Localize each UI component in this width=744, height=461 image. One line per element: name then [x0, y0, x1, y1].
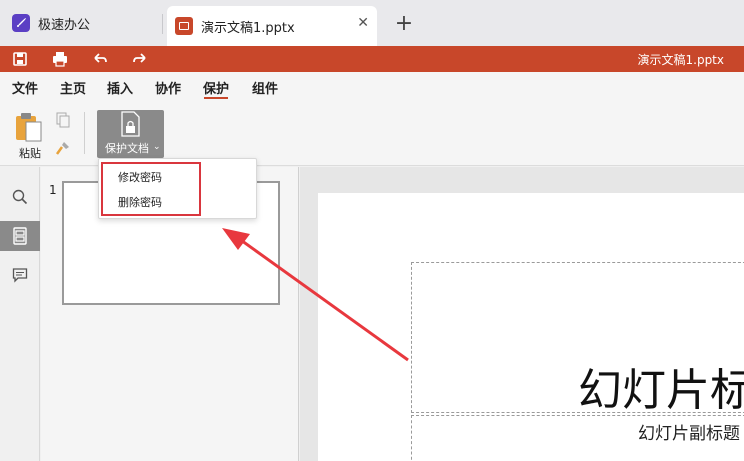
paste-label: 粘贴 — [19, 147, 41, 160]
ribbon: 粘贴 保护文档 ⌄ — [0, 102, 744, 166]
tab-label: 演示文稿1.pptx — [201, 20, 295, 36]
highlight-box — [101, 162, 201, 216]
active-menu-indicator — [204, 97, 228, 99]
tab-document[interactable]: 演示文稿1.pptx ✕ — [167, 6, 377, 46]
menu-plugins[interactable]: 组件 — [252, 78, 278, 97]
left-rail — [0, 167, 40, 461]
menu-protect[interactable]: 保护 — [203, 78, 229, 97]
locked-document-icon — [121, 111, 140, 137]
redo-icon[interactable] — [131, 50, 149, 68]
search-button[interactable] — [0, 182, 40, 212]
close-icon[interactable]: ✕ — [357, 15, 369, 31]
tab-divider — [162, 14, 163, 34]
menu-file[interactable]: 文件 — [12, 78, 38, 97]
menu-insert[interactable]: 插入 — [107, 78, 133, 97]
slides-icon — [13, 227, 27, 245]
slides-panel-button[interactable] — [0, 221, 40, 251]
new-tab-plus-icon[interactable]: + — [393, 10, 415, 38]
comment-icon — [12, 268, 28, 283]
tab-label: 极速办公 — [38, 17, 91, 33]
chevron-down-icon: ⌄ — [153, 142, 161, 152]
rocket-app-icon — [12, 14, 30, 32]
protect-document-label: 保护文档 — [105, 142, 149, 155]
format-painter-icon[interactable] — [55, 140, 71, 156]
comments-button[interactable] — [0, 260, 40, 290]
presentation-doc-icon — [175, 17, 193, 35]
menu-collaborate[interactable]: 协作 — [155, 78, 181, 97]
search-icon — [12, 189, 28, 205]
clipboard-icon — [16, 113, 42, 142]
menu-home[interactable]: 主页 — [60, 78, 86, 97]
copy-icon[interactable] — [56, 112, 70, 128]
tab-app-home[interactable]: 极速办公 — [6, 6, 161, 40]
menu-bar: 文件 主页 插入 协作 保护 组件 — [0, 72, 744, 102]
slide-title-text: 幻灯片标 — [578, 365, 744, 416]
slide-number: 1 — [49, 183, 57, 197]
document-title: 演示文稿1.pptx — [637, 53, 725, 67]
save-icon[interactable] — [11, 50, 29, 68]
undo-icon[interactable] — [91, 50, 109, 68]
print-icon[interactable] — [51, 50, 69, 68]
tab-strip: 极速办公 演示文稿1.pptx ✕ + — [0, 0, 744, 46]
slide-subtitle-text: 幻灯片副标题 — [638, 424, 740, 444]
ribbon-divider — [84, 112, 85, 154]
quick-access-toolbar: 演示文稿1.pptx — [0, 46, 744, 72]
